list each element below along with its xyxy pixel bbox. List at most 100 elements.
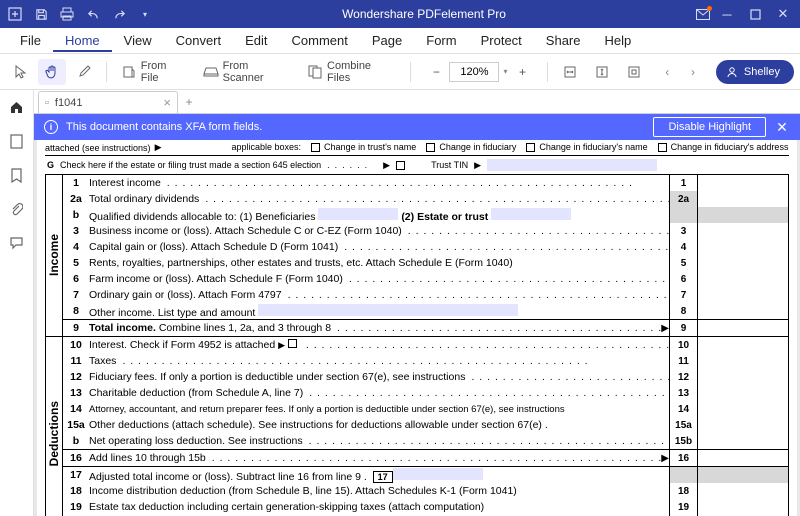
amount-field[interactable] xyxy=(698,353,789,369)
form-field[interactable] xyxy=(258,304,518,316)
checkbox[interactable] xyxy=(658,143,667,152)
amount-field[interactable] xyxy=(698,433,789,449)
save-icon[interactable] xyxy=(30,3,52,25)
pdf-page: attached (see instructions) ▶ applicable… xyxy=(37,140,797,516)
qat-dropdown-icon[interactable]: ▾ xyxy=(134,3,156,25)
amount-field[interactable] xyxy=(698,499,789,515)
fit-width-icon xyxy=(562,64,578,80)
form-top-row: attached (see instructions) ▶ applicable… xyxy=(45,140,789,156)
actual-size-button[interactable] xyxy=(620,59,648,85)
menu-comment[interactable]: Comment xyxy=(280,29,360,52)
print-icon[interactable] xyxy=(56,3,78,25)
user-icon xyxy=(726,66,738,78)
amount-field[interactable] xyxy=(698,191,789,207)
amount-field[interactable] xyxy=(698,239,789,255)
checkbox[interactable] xyxy=(288,339,297,348)
actual-size-icon xyxy=(626,64,642,80)
info-icon: i xyxy=(44,120,58,134)
amount-field[interactable] xyxy=(698,401,789,417)
xfa-message: This document contains XFA form fields. xyxy=(66,121,645,133)
redo-icon[interactable] xyxy=(108,3,130,25)
fit-page-button[interactable] xyxy=(588,59,616,85)
pdf-icon: ▫ xyxy=(45,97,49,109)
menu-edit[interactable]: Edit xyxy=(233,29,279,52)
edit-icon xyxy=(76,64,92,80)
amount-field[interactable] xyxy=(698,303,789,319)
amount-field[interactable] xyxy=(698,369,789,385)
menu-share[interactable]: Share xyxy=(534,29,593,52)
menu-file[interactable]: File xyxy=(8,29,53,52)
bookmarks-button[interactable] xyxy=(4,162,30,188)
combine-button[interactable]: Combine Files xyxy=(301,59,402,85)
document-tab[interactable]: ▫ f1041 × xyxy=(38,91,178,113)
menu-protect[interactable]: Protect xyxy=(469,29,534,52)
menu-home[interactable]: Home xyxy=(53,29,112,52)
undo-icon[interactable] xyxy=(82,3,104,25)
amount-field[interactable] xyxy=(698,417,789,433)
fit-width-button[interactable] xyxy=(556,59,584,85)
fit-page-icon xyxy=(594,64,610,80)
menu-view[interactable]: View xyxy=(112,29,164,52)
menu-page[interactable]: Page xyxy=(360,29,414,52)
titlebar: ▾ Wondershare PDFelement Pro ─ ✕ xyxy=(0,0,800,28)
next-page-button[interactable]: › xyxy=(682,61,704,83)
amount-field[interactable] xyxy=(698,320,789,336)
amount-field[interactable] xyxy=(698,450,789,466)
trust-tin-field[interactable] xyxy=(487,159,657,171)
app-menu-icon[interactable] xyxy=(4,3,26,25)
amount-field[interactable] xyxy=(698,483,789,499)
amount-field[interactable] xyxy=(698,255,789,271)
hand-icon xyxy=(44,64,60,80)
zoom-input[interactable] xyxy=(449,62,499,82)
zoom-in-button[interactable]: + xyxy=(511,61,533,83)
income-label: Income xyxy=(45,175,63,336)
zoom-out-button[interactable]: − xyxy=(425,61,447,83)
tab-close-button[interactable]: × xyxy=(163,95,171,110)
form-field[interactable] xyxy=(393,468,483,480)
row-g: G Check here if the estate or filing tru… xyxy=(45,156,789,175)
xfa-banner: i This document contains XFA form fields… xyxy=(34,114,800,140)
user-button[interactable]: Shelley xyxy=(716,60,794,84)
thumbnails-button[interactable] xyxy=(4,128,30,154)
close-button[interactable]: ✕ xyxy=(770,3,796,25)
attachments-button[interactable] xyxy=(4,196,30,222)
menu-convert[interactable]: Convert xyxy=(164,29,234,52)
checkbox[interactable] xyxy=(396,161,405,170)
combine-icon xyxy=(307,64,323,80)
form-field[interactable] xyxy=(318,208,398,220)
amount-field[interactable] xyxy=(698,223,789,239)
form-field[interactable] xyxy=(491,208,571,220)
home-panel-button[interactable] xyxy=(4,94,30,120)
file-icon xyxy=(121,64,137,80)
mail-icon[interactable] xyxy=(692,3,714,25)
tab-add-button[interactable]: + xyxy=(178,91,200,113)
from-scanner-button[interactable]: From Scanner xyxy=(197,59,298,85)
checkbox[interactable] xyxy=(311,143,320,152)
toolbar: From File From Scanner Combine Files − ▾… xyxy=(0,54,800,90)
minimize-button[interactable]: ─ xyxy=(714,3,740,25)
from-file-button[interactable]: From File xyxy=(115,59,193,85)
menu-help[interactable]: Help xyxy=(593,29,644,52)
checkbox[interactable] xyxy=(426,143,435,152)
amount-field[interactable] xyxy=(698,337,789,353)
sidebar xyxy=(0,90,34,516)
disable-highlight-button[interactable]: Disable Highlight xyxy=(653,117,766,137)
zoom-dropdown-icon[interactable]: ▾ xyxy=(501,67,509,76)
maximize-button[interactable] xyxy=(742,3,768,25)
menu-form[interactable]: Form xyxy=(414,29,468,52)
prev-page-button[interactable]: ‹ xyxy=(656,61,678,83)
deductions-label: Deductions xyxy=(45,337,63,516)
amount-field[interactable] xyxy=(698,271,789,287)
amount-field[interactable] xyxy=(698,287,789,303)
amount-field[interactable] xyxy=(698,175,789,191)
document-viewport[interactable]: attached (see instructions) ▶ applicable… xyxy=(34,140,800,516)
select-tool[interactable] xyxy=(6,59,34,85)
amount-field[interactable] xyxy=(698,385,789,401)
checkbox[interactable] xyxy=(526,143,535,152)
edit-tool[interactable] xyxy=(70,59,98,85)
tabstrip: ▫ f1041 × + xyxy=(34,90,800,114)
app-title: Wondershare PDFelement Pro xyxy=(156,7,692,21)
comments-button[interactable] xyxy=(4,230,30,256)
hand-tool[interactable] xyxy=(38,59,66,85)
banner-close-button[interactable]: ✕ xyxy=(774,119,790,135)
